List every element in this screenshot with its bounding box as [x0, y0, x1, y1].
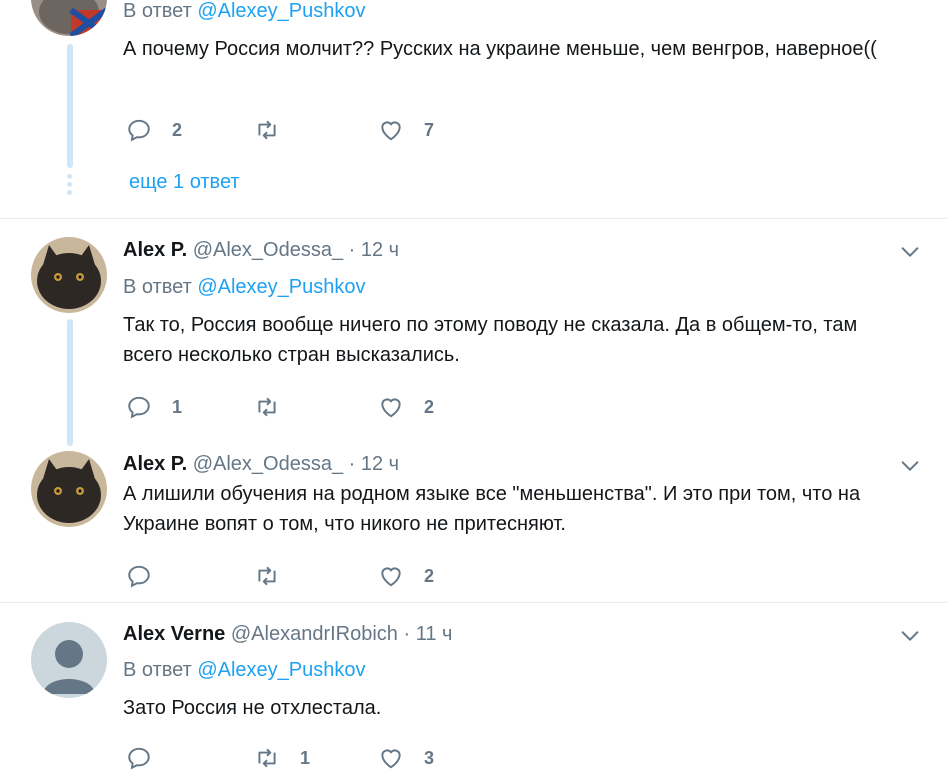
retweet-icon — [258, 566, 276, 586]
thread-dots — [67, 174, 73, 198]
like-count: 3 — [424, 747, 435, 768]
tweet-0[interactable]: В ответ @Alexey_Pushkov А почему Россия … — [0, 0, 947, 218]
user-handle[interactable]: @Alex_Odessa_ — [193, 239, 343, 261]
tweet-actions: 1 2 — [126, 393, 446, 421]
chevron-down-icon[interactable] — [899, 625, 921, 647]
retweet-count: 1 — [300, 747, 311, 768]
tweet-2[interactable]: Alex P. @Alex_Odessa_ · 12 ч А лишили об… — [0, 451, 947, 602]
like-button[interactable]: 7 — [378, 116, 434, 144]
avatar[interactable] — [31, 622, 107, 698]
like-count: 7 — [424, 119, 435, 140]
user-name[interactable]: Alex P. — [123, 453, 187, 475]
heart-icon — [381, 749, 401, 769]
timestamp[interactable]: 12 ч — [361, 239, 399, 261]
user-name[interactable]: Alex P. — [123, 239, 187, 261]
reply-icon — [128, 565, 150, 588]
retweet-button[interactable] — [254, 116, 300, 144]
tweet-1[interactable]: Alex P. @Alex_Odessa_ · 12 ч В ответ @Al… — [0, 219, 947, 451]
like-button[interactable]: 3 — [378, 744, 434, 772]
reply-count: 2 — [172, 119, 183, 140]
reply-icon — [128, 747, 150, 770]
like-button[interactable]: 2 — [378, 393, 434, 421]
retweet-icon — [258, 120, 276, 140]
reply-icon — [128, 119, 150, 142]
tweet-header: Alex P. @Alex_Odessa_ · 12 ч — [123, 237, 399, 263]
tweet-text: А лишили обучения на родном языке все "м… — [123, 483, 861, 535]
heart-icon — [381, 567, 401, 587]
avatar[interactable] — [31, 451, 107, 527]
chevron-down-icon[interactable] — [899, 241, 921, 263]
heart-icon — [381, 121, 401, 141]
timestamp[interactable]: 12 ч — [361, 453, 399, 475]
mention-link[interactable]: @Alexey_Pushkov — [197, 659, 365, 681]
reply-button[interactable] — [126, 562, 172, 590]
thread-line — [67, 44, 73, 168]
like-count: 2 — [424, 396, 435, 417]
retweet-button[interactable] — [254, 562, 300, 590]
more-replies-link[interactable]: еще 1 ответ — [129, 169, 240, 195]
reply-button[interactable]: 2 — [126, 116, 182, 144]
mention-link[interactable]: @Alexey_Pushkov — [197, 276, 365, 298]
tweet-text: А почему Россия молчит?? Русских на укра… — [123, 38, 877, 60]
tweet-actions: 2 7 — [126, 116, 446, 144]
tweet-actions: 1 3 — [126, 744, 446, 772]
tweet-actions: 2 — [126, 562, 446, 590]
reply-icon — [128, 396, 150, 419]
heart-icon — [381, 398, 401, 418]
separator: · — [348, 453, 356, 475]
reply-to: В ответ @Alexey_Pushkov — [123, 276, 366, 298]
reply-to: В ответ @Alexey_Pushkov — [123, 0, 366, 22]
separator: · — [403, 623, 411, 645]
like-button[interactable]: 2 — [378, 562, 434, 590]
reply-count: 1 — [172, 396, 183, 417]
retweet-icon — [258, 748, 276, 768]
mention-link[interactable]: @Alexey_Pushkov — [197, 0, 365, 22]
tweet-header: Alex Verne @AlexandrIRobich · 11 ч — [123, 621, 452, 647]
avatar[interactable] — [31, 237, 107, 313]
reply-button[interactable]: 1 — [126, 393, 182, 421]
timestamp[interactable]: 11 ч — [416, 623, 453, 645]
user-name[interactable]: Alex Verne — [123, 623, 225, 645]
thread-line — [67, 319, 73, 446]
separator: · — [348, 239, 356, 261]
retweet-button[interactable] — [254, 393, 300, 421]
tweet-header: Alex P. @Alex_Odessa_ · 12 ч — [123, 451, 399, 477]
chevron-down-icon[interactable] — [899, 455, 921, 477]
user-handle[interactable]: @Alex_Odessa_ — [193, 453, 343, 475]
tweet-3[interactable]: Alex Verne @AlexandrIRobich · 11 ч В отв… — [0, 603, 947, 783]
user-handle[interactable]: @AlexandrIRobich — [231, 623, 398, 645]
like-count: 2 — [424, 565, 435, 586]
reply-to: В ответ @Alexey_Pushkov — [123, 659, 366, 681]
tweet-text: Зато Россия не отхлестала. — [123, 697, 382, 719]
retweet-button[interactable]: 1 — [254, 744, 310, 772]
retweet-icon — [258, 397, 276, 417]
reply-button[interactable] — [126, 744, 172, 772]
tweet-text: Так то, Россия вообще ничего по этому по… — [123, 314, 858, 366]
avatar[interactable] — [31, 0, 107, 36]
